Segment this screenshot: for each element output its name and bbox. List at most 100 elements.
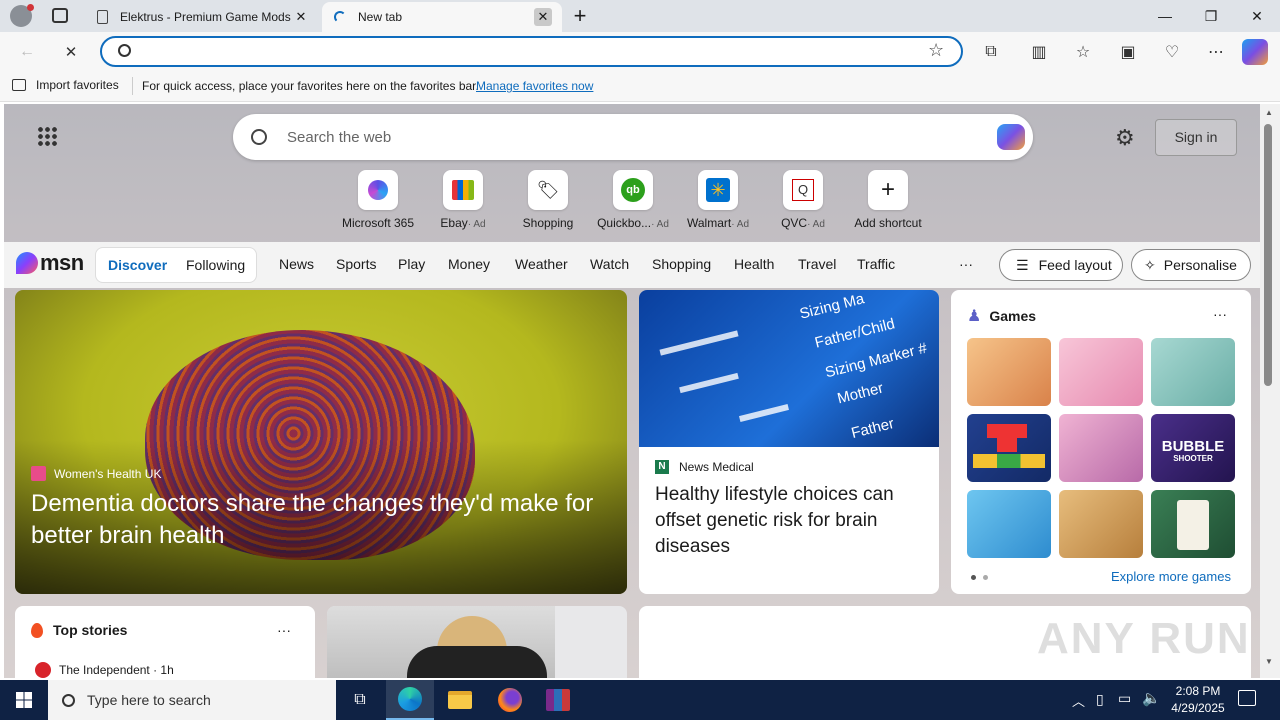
collections-icon[interactable]: ▣ (1113, 38, 1143, 66)
nav-news[interactable]: News (279, 252, 314, 276)
game-tile[interactable] (1059, 414, 1143, 482)
scroll-thumb[interactable] (1264, 124, 1272, 386)
tab-actions-icon[interactable] (52, 8, 68, 23)
close-window-button[interactable]: ✕ (1234, 0, 1280, 32)
nav-traffic[interactable]: Traffic (857, 252, 895, 276)
tab-following[interactable]: Following (186, 257, 245, 273)
task-view-icon[interactable]: ⧉ (336, 680, 384, 720)
tab-elektrus[interactable]: Elektrus - Premium Game Mods | ✕ (84, 2, 320, 32)
notifications-icon[interactable] (1238, 690, 1256, 706)
page-scrollbar[interactable]: ▲ ▼ (1260, 104, 1280, 678)
top-stories-more-icon[interactable]: ··· (277, 622, 291, 638)
restore-button[interactable]: ❐ (1188, 0, 1234, 32)
game-tile[interactable]: BUBBLE SHOOTER (1151, 414, 1235, 482)
tab-discover[interactable]: Discover (108, 257, 167, 273)
feed-layout-button[interactable]: ☰ Feed layout (999, 249, 1123, 281)
import-favorites-button[interactable]: Import favorites (12, 78, 119, 92)
device-icon[interactable]: ▯ (1096, 691, 1104, 708)
msn-nav-bar: msn Discover Following News Sports Play … (4, 242, 1260, 288)
nav-money[interactable]: Money (448, 252, 490, 276)
game-tile[interactable] (967, 338, 1051, 406)
tab-title: New tab (358, 10, 403, 24)
close-tab-icon[interactable]: ✕ (534, 8, 552, 26)
start-windows-icon[interactable] (0, 680, 48, 720)
firefox-icon[interactable] (486, 680, 534, 720)
favorite-star-icon[interactable]: ☆ (928, 40, 944, 61)
scroll-down-arrow[interactable]: ▼ (1265, 657, 1273, 666)
msn-butterfly-icon (16, 252, 38, 274)
shortcut-walmart[interactable]: ✳ Walmart· Ad (678, 170, 758, 230)
winrar-icon[interactable] (534, 680, 582, 720)
carousel-dot[interactable] (983, 575, 988, 580)
stop-loading-icon[interactable]: ✕ (56, 38, 86, 66)
explore-more-games-link[interactable]: Explore more games (1111, 569, 1231, 584)
clock[interactable]: 2:08 PM 4/29/2025 (1166, 683, 1230, 717)
nav-travel[interactable]: Travel (798, 252, 836, 276)
search-placeholder: Search the web (287, 128, 392, 146)
add-shortcut-button[interactable]: + Add shortcut (848, 170, 928, 230)
discover-following-toggle: Discover Following (95, 247, 257, 283)
news-medical-logo-icon: N (655, 460, 669, 474)
nav-play[interactable]: Play (398, 252, 425, 276)
volume-icon[interactable]: 🔈 (1142, 689, 1161, 707)
photo-article-card[interactable] (327, 606, 627, 678)
profile-icon[interactable] (10, 4, 34, 27)
shortcut-microsoft-365[interactable]: Microsoft 365 (338, 170, 418, 230)
browser-toolbar: ← ✕ ☆ ⧉ ▥ ☆ ▣ ♡ ⋯ (0, 32, 1280, 72)
sign-in-button[interactable]: Sign in (1155, 119, 1237, 156)
copilot-icon[interactable] (1242, 39, 1268, 65)
extensions-icon[interactable]: ⧉ (976, 38, 1006, 66)
nav-health[interactable]: Health (734, 252, 774, 276)
edge-icon[interactable] (386, 680, 434, 720)
game-tile[interactable] (1151, 490, 1235, 558)
shortcut-ebay[interactable]: Ebay· Ad (423, 170, 503, 230)
hero-article-card[interactable]: Women's Health UK Dementia doctors share… (15, 290, 627, 594)
microsoft-365-icon (358, 170, 398, 210)
article-headline[interactable]: Healthy lifestyle choices can offset gen… (655, 482, 925, 560)
hero-source: Women's Health UK (31, 466, 161, 481)
taskbar-search-box[interactable]: Type here to search (48, 680, 336, 720)
new-tab-button[interactable]: + (568, 3, 592, 29)
manage-favorites-link[interactable]: Manage favorites now (476, 79, 593, 93)
game-tile[interactable] (1151, 338, 1235, 406)
web-search-box[interactable]: Search the web (233, 114, 1033, 160)
game-tile[interactable] (967, 490, 1051, 558)
qvc-icon: Q (783, 170, 823, 210)
nav-sports[interactable]: Sports (336, 252, 376, 276)
shortcut-shopping[interactable]: 🏷 Shopping (508, 170, 588, 230)
game-tile[interactable] (1059, 338, 1143, 406)
favorites-icon[interactable]: ☆ (1068, 38, 1098, 66)
nav-watch[interactable]: Watch (590, 252, 629, 276)
carousel-dot-active[interactable] (971, 575, 976, 580)
split-screen-icon[interactable]: ▥ (1024, 38, 1054, 66)
tab-new-tab[interactable]: New tab ✕ (322, 2, 562, 32)
back-icon[interactable]: ← (12, 38, 42, 66)
news-medical-card[interactable]: Sizing Ma Father/Child Sizing Marker # M… (639, 290, 939, 594)
performance-icon[interactable]: ♡ (1157, 38, 1187, 66)
games-header: ♟ Games (967, 308, 1037, 325)
network-icon[interactable]: ▭ (1118, 690, 1131, 707)
game-tile[interactable] (967, 414, 1051, 482)
hero-headline[interactable]: Dementia doctors share the changes they'… (31, 488, 621, 552)
nav-shopping[interactable]: Shopping (652, 252, 711, 276)
address-bar[interactable]: ☆ (100, 36, 963, 67)
games-more-icon[interactable]: ··· (1213, 306, 1227, 322)
more-nav-icon[interactable]: ··· (959, 252, 973, 276)
scroll-up-arrow[interactable]: ▲ (1265, 108, 1273, 117)
nav-weather[interactable]: Weather (515, 252, 568, 276)
title-bar: Elektrus - Premium Game Mods | ✕ New tab… (0, 0, 1280, 32)
copilot-icon[interactable] (997, 124, 1025, 150)
shortcut-qvc[interactable]: Q QVC· Ad (763, 170, 843, 230)
file-explorer-icon[interactable] (436, 680, 484, 720)
show-hidden-icons-chevron[interactable]: ︿ (1072, 691, 1085, 710)
game-tile[interactable] (1059, 490, 1143, 558)
shortcut-quickbooks[interactable]: qb Quickbo...· Ad (593, 170, 673, 230)
personalise-button[interactable]: ✧ Personalise (1131, 249, 1251, 281)
more-menu-icon[interactable]: ⋯ (1201, 38, 1231, 66)
close-tab-icon[interactable]: ✕ (292, 8, 310, 26)
settings-gear-icon[interactable]: ⚙ (1115, 125, 1135, 151)
msn-logo[interactable]: msn (16, 250, 84, 276)
minimize-button[interactable]: — (1142, 0, 1188, 32)
favorites-message: For quick access, place your favorites h… (142, 79, 479, 93)
app-launcher-icon[interactable] (37, 126, 57, 146)
